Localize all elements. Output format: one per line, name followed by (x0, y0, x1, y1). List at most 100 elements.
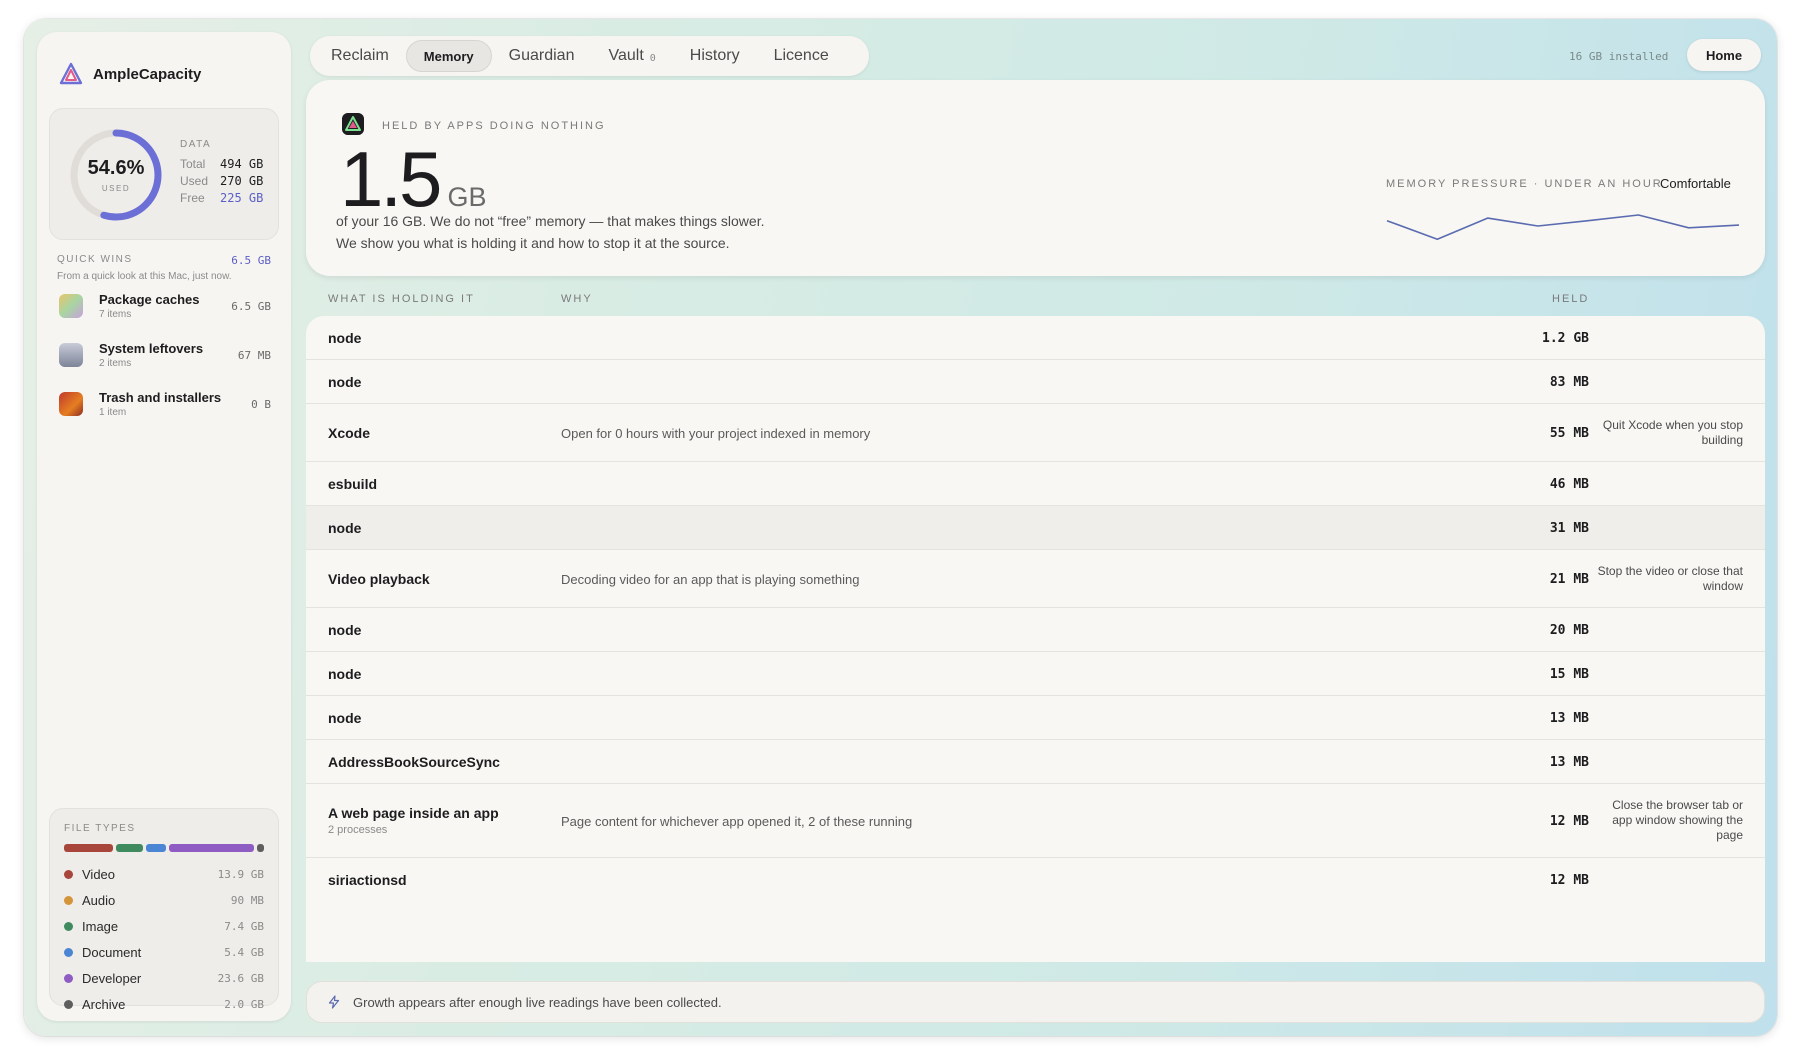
process-subtitle: 2 processes (328, 824, 388, 836)
quick-win-count: 7 items (99, 309, 132, 320)
table-row[interactable]: AddressBookSourceSync 13 MB (306, 740, 1765, 784)
disk-stat-label: Free (180, 191, 205, 205)
file-type-bar-image (116, 844, 144, 852)
quick-win-name: Trash and installers (99, 390, 222, 405)
file-type-audio[interactable]: Audio 90 MB (64, 890, 264, 910)
file-type-developer[interactable]: Developer 23.6 GB (64, 968, 264, 988)
table-row[interactable]: siriactionsd 12 MB (306, 858, 1765, 902)
tab-vault-label: Vault (608, 47, 644, 64)
quick-wins-title: QUICK WINS (57, 254, 133, 265)
tab-licence[interactable]: Licence (757, 40, 846, 72)
held-amount-cell: 13 MB (1549, 755, 1589, 770)
process-reason: Open for 0 hours with your project index… (561, 426, 871, 441)
held-amount-cell: 55 MB (1549, 426, 1589, 441)
process-fix-hint: Stop the video or close that window (1597, 564, 1743, 593)
table-row[interactable]: node 83 MB (306, 360, 1765, 404)
process-name: node (328, 520, 362, 536)
quick-win-name: System leftovers (99, 341, 204, 356)
table-row[interactable]: node 31 MB (306, 506, 1765, 550)
video-dot-icon (64, 869, 73, 879)
file-types-card: FILE TYPES Video 13.9 GB Audio 90 MB Ima… (49, 808, 279, 1012)
process-name: esbuild (328, 476, 378, 492)
sidebar: AmpleCapacity 54.6% USED DATA Total 494 … (37, 32, 291, 1021)
file-type-video[interactable]: Video 13.9 GB (64, 864, 264, 884)
disk-stat-free: Free 225 GB (180, 190, 263, 207)
held-amount-cell: 15 MB (1549, 667, 1589, 682)
disk-stat-value: 225 GB (220, 191, 264, 205)
quick-win-package-caches[interactable]: Package caches 7 items 6.5 GB (59, 288, 271, 324)
quick-win-count: 2 items (99, 358, 132, 369)
process-name: AddressBookSourceSync (328, 754, 500, 770)
memory-installed: 16 GB installed (1569, 50, 1669, 63)
held-amount-cell: 12 MB (1549, 814, 1589, 829)
quick-win-size: 6.5 GB (231, 299, 271, 313)
process-reason: Decoding video for an app that is playin… (561, 572, 860, 587)
quick-wins-subtitle: From a quick look at this Mac, just now. (57, 271, 232, 282)
file-type-bar-developer (168, 844, 255, 852)
lightning-icon (328, 995, 340, 1009)
file-type-name: Document (82, 944, 142, 960)
disk-stat-used: Used 270 GB (180, 173, 263, 190)
memory-summary-card: HELD BY APPS DOING NOTHING 1.5 GB of you… (306, 80, 1765, 276)
file-type-size: 90 MB (230, 893, 264, 907)
tab-vault[interactable]: Vault 0 (591, 40, 672, 72)
process-name: node (328, 710, 362, 726)
file-type-name: Archive (82, 996, 126, 1012)
table-row[interactable]: A web page inside an app 2 processes Pag… (306, 784, 1765, 858)
process-name: node (328, 330, 362, 346)
document-dot-icon (64, 947, 73, 957)
memory-pressure-label: MEMORY PRESSURE · UNDER AN HOUR (1386, 178, 1663, 190)
package-icon (59, 294, 83, 318)
held-description-line: We show you what is holding it and how t… (336, 235, 730, 251)
disk-stats-header: DATA (180, 139, 212, 150)
table-row[interactable]: Video playback Decoding video for an app… (306, 550, 1765, 608)
tab-history[interactable]: History (673, 40, 757, 72)
image-dot-icon (64, 921, 73, 931)
app-logo-icon (342, 113, 364, 135)
file-type-name: Audio (82, 892, 116, 908)
col-header-what: WHAT IS HOLDING IT (328, 293, 475, 305)
developer-dot-icon (64, 973, 73, 983)
held-amount-cell: 12 MB (1549, 873, 1589, 888)
disk-stat-value: 494 GB (220, 157, 264, 171)
quick-wins-total: 6.5 GB (231, 254, 271, 267)
held-amount-cell: 13 MB (1549, 711, 1589, 726)
file-type-document[interactable]: Document 5.4 GB (64, 942, 264, 962)
file-type-size: 23.6 GB (217, 971, 264, 985)
disk-used-caption: USED (101, 184, 131, 193)
file-type-bar-video (64, 844, 114, 852)
archive-dot-icon (64, 999, 73, 1009)
growth-notice: Growth appears after enough live reading… (306, 981, 1765, 1023)
col-header-held: HELD (1552, 293, 1590, 305)
growth-notice-text: Growth appears after enough live reading… (353, 994, 722, 1010)
disk-stat-value: 270 GB (220, 174, 264, 188)
disk-stat-label: Used (180, 174, 209, 188)
file-type-image[interactable]: Image 7.4 GB (64, 916, 264, 936)
file-type-archive[interactable]: Archive 2.0 GB (64, 994, 264, 1014)
process-name: node (328, 622, 362, 638)
app-logo-icon (59, 62, 83, 85)
table-row[interactable]: Xcode Open for 0 hours with your project… (306, 404, 1765, 462)
file-type-name: Image (82, 918, 119, 934)
held-amount-cell: 1.2 GB (1542, 331, 1589, 346)
disk-stat-total: Total 494 GB (180, 156, 263, 173)
table-row[interactable]: node 20 MB (306, 608, 1765, 652)
table-row[interactable]: node 1.2 GB (306, 316, 1765, 360)
table-row[interactable]: node 13 MB (306, 696, 1765, 740)
main-tabs: Reclaim Memory Guardian Vault 0 History … (310, 36, 869, 76)
table-row[interactable]: esbuild 46 MB (306, 462, 1765, 506)
held-amount-cell: 31 MB (1549, 521, 1589, 536)
process-name: node (328, 374, 362, 390)
quick-win-trash-installers[interactable]: Trash and installers 1 item 0 B (59, 386, 271, 422)
process-reason: Page content for whichever app opened it… (561, 814, 913, 829)
file-type-size: 7.4 GB (224, 919, 264, 933)
tab-reclaim[interactable]: Reclaim (314, 40, 406, 72)
held-unit: GB (447, 182, 487, 212)
home-button[interactable]: Home (1687, 39, 1761, 71)
file-types-title: FILE TYPES (64, 823, 136, 834)
process-name: Video playback (328, 571, 430, 587)
tab-memory[interactable]: Memory (405, 40, 492, 72)
quick-win-system-leftovers[interactable]: System leftovers 2 items 67 MB (59, 337, 271, 373)
table-row[interactable]: node 15 MB (306, 652, 1765, 696)
tab-guardian[interactable]: Guardian (492, 40, 592, 72)
